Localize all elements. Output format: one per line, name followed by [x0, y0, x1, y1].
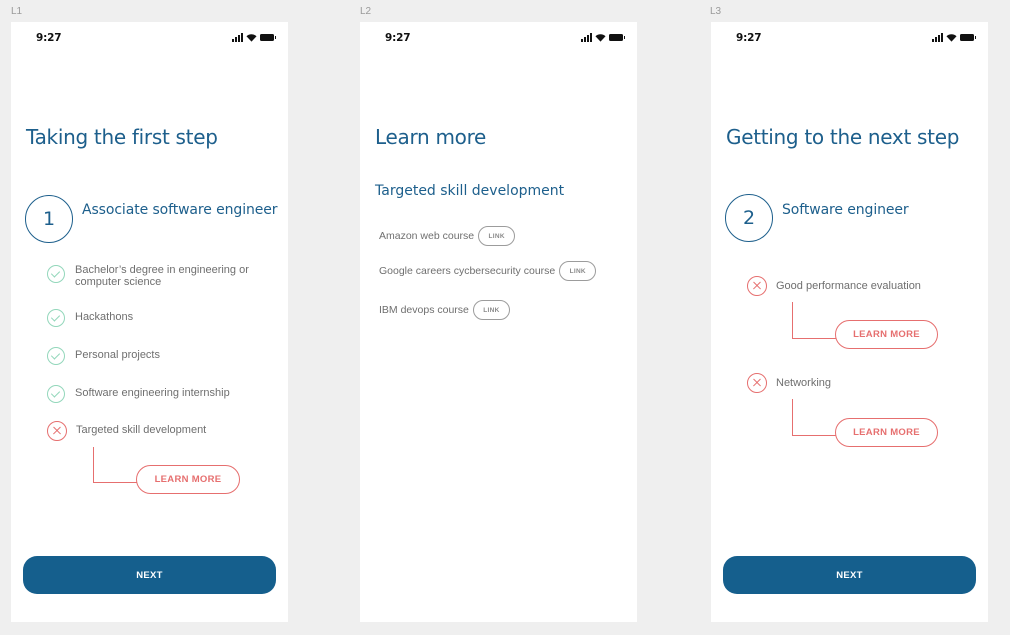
connector-line — [93, 447, 137, 483]
requirement-item: Bachelor’s degree in engineering or comp… — [47, 262, 255, 288]
course-row: Amazon web course LINK — [379, 226, 516, 246]
screen-next-step: 9:27 Getting to the next step 2 Software… — [711, 22, 988, 622]
battery-icon — [960, 34, 976, 41]
battery-icon — [260, 34, 276, 41]
wifi-icon — [595, 34, 606, 42]
next-button[interactable]: NEXT — [23, 556, 276, 594]
requirement-label: Bachelor’s degree in engineering or comp… — [75, 264, 249, 288]
status-time: 9:27 — [736, 32, 762, 44]
status-bar: 9:27 — [360, 32, 637, 46]
wifi-icon — [946, 34, 957, 42]
requirement-item: Networking — [747, 373, 831, 393]
page-title: Taking the first step — [26, 125, 218, 149]
requirement-label: Targeted skill development — [76, 424, 207, 436]
requirement-label: Good performance evaluation — [776, 280, 921, 292]
course-name: Google careers cycbersecurity course — [379, 265, 556, 277]
requirement-label: Hackathons — [75, 311, 134, 323]
requirement-item: Hackathons — [47, 309, 133, 327]
requirement-item: Targeted skill development — [47, 421, 206, 441]
step-title: Associate software engineer — [82, 202, 278, 218]
requirement-label: Networking — [776, 377, 832, 389]
requirement-item: Software engineering internship — [47, 385, 230, 403]
next-button[interactable]: NEXT — [723, 556, 976, 594]
course-row: Google careers cycbersecurity course LIN… — [379, 261, 597, 281]
requirement-item: Good performance evaluation — [747, 276, 921, 296]
battery-icon — [609, 34, 625, 41]
check-circle-icon — [47, 265, 65, 283]
check-circle-icon — [47, 309, 65, 327]
signal-icon — [932, 33, 943, 42]
x-circle-icon — [747, 276, 767, 296]
frame-label-l2: L2 — [360, 6, 372, 17]
requirement-label: Software engineering internship — [75, 387, 230, 399]
status-bar: 9:27 — [11, 32, 288, 46]
page-title: Getting to the next step — [726, 125, 960, 149]
status-time: 9:27 — [36, 32, 62, 44]
check-circle-icon — [47, 347, 65, 365]
course-row: IBM devops course LINK — [379, 300, 510, 320]
requirement-item: Personal projects — [47, 347, 160, 365]
connector-line — [792, 302, 836, 339]
course-name: Amazon web course — [379, 230, 475, 242]
frame-label-l1: L1 — [11, 6, 23, 17]
page-title: Learn more — [375, 125, 487, 149]
course-name: IBM devops course — [379, 304, 469, 316]
learn-more-button[interactable]: LEARN MORE — [136, 465, 240, 494]
wifi-icon — [246, 34, 257, 42]
learn-more-button[interactable]: LEARN MORE — [835, 418, 938, 447]
section-subtitle: Targeted skill development — [375, 183, 565, 199]
step-title: Software engineer — [782, 202, 909, 218]
screen-learn-more: 9:27 Learn more Targeted skill developme… — [360, 22, 637, 622]
check-circle-icon — [47, 385, 65, 403]
screen-taking-first-step: 9:27 Taking the first step 1 Associate s… — [11, 22, 288, 622]
signal-icon — [232, 33, 243, 42]
x-circle-icon — [47, 421, 67, 441]
course-link-button[interactable]: LINK — [472, 300, 510, 320]
course-link-button[interactable]: LINK — [559, 261, 597, 281]
requirement-label: Personal projects — [75, 349, 160, 361]
status-time: 9:27 — [385, 32, 411, 44]
x-circle-icon — [747, 373, 767, 393]
signal-icon — [581, 33, 592, 42]
connector-line — [792, 399, 836, 436]
course-link-button[interactable]: LINK — [478, 226, 516, 246]
frame-label-l3: L3 — [710, 6, 722, 17]
learn-more-button[interactable]: LEARN MORE — [835, 320, 938, 349]
status-bar: 9:27 — [711, 32, 988, 46]
step-number-badge: 2 — [725, 194, 773, 242]
step-number-badge: 1 — [25, 195, 73, 243]
